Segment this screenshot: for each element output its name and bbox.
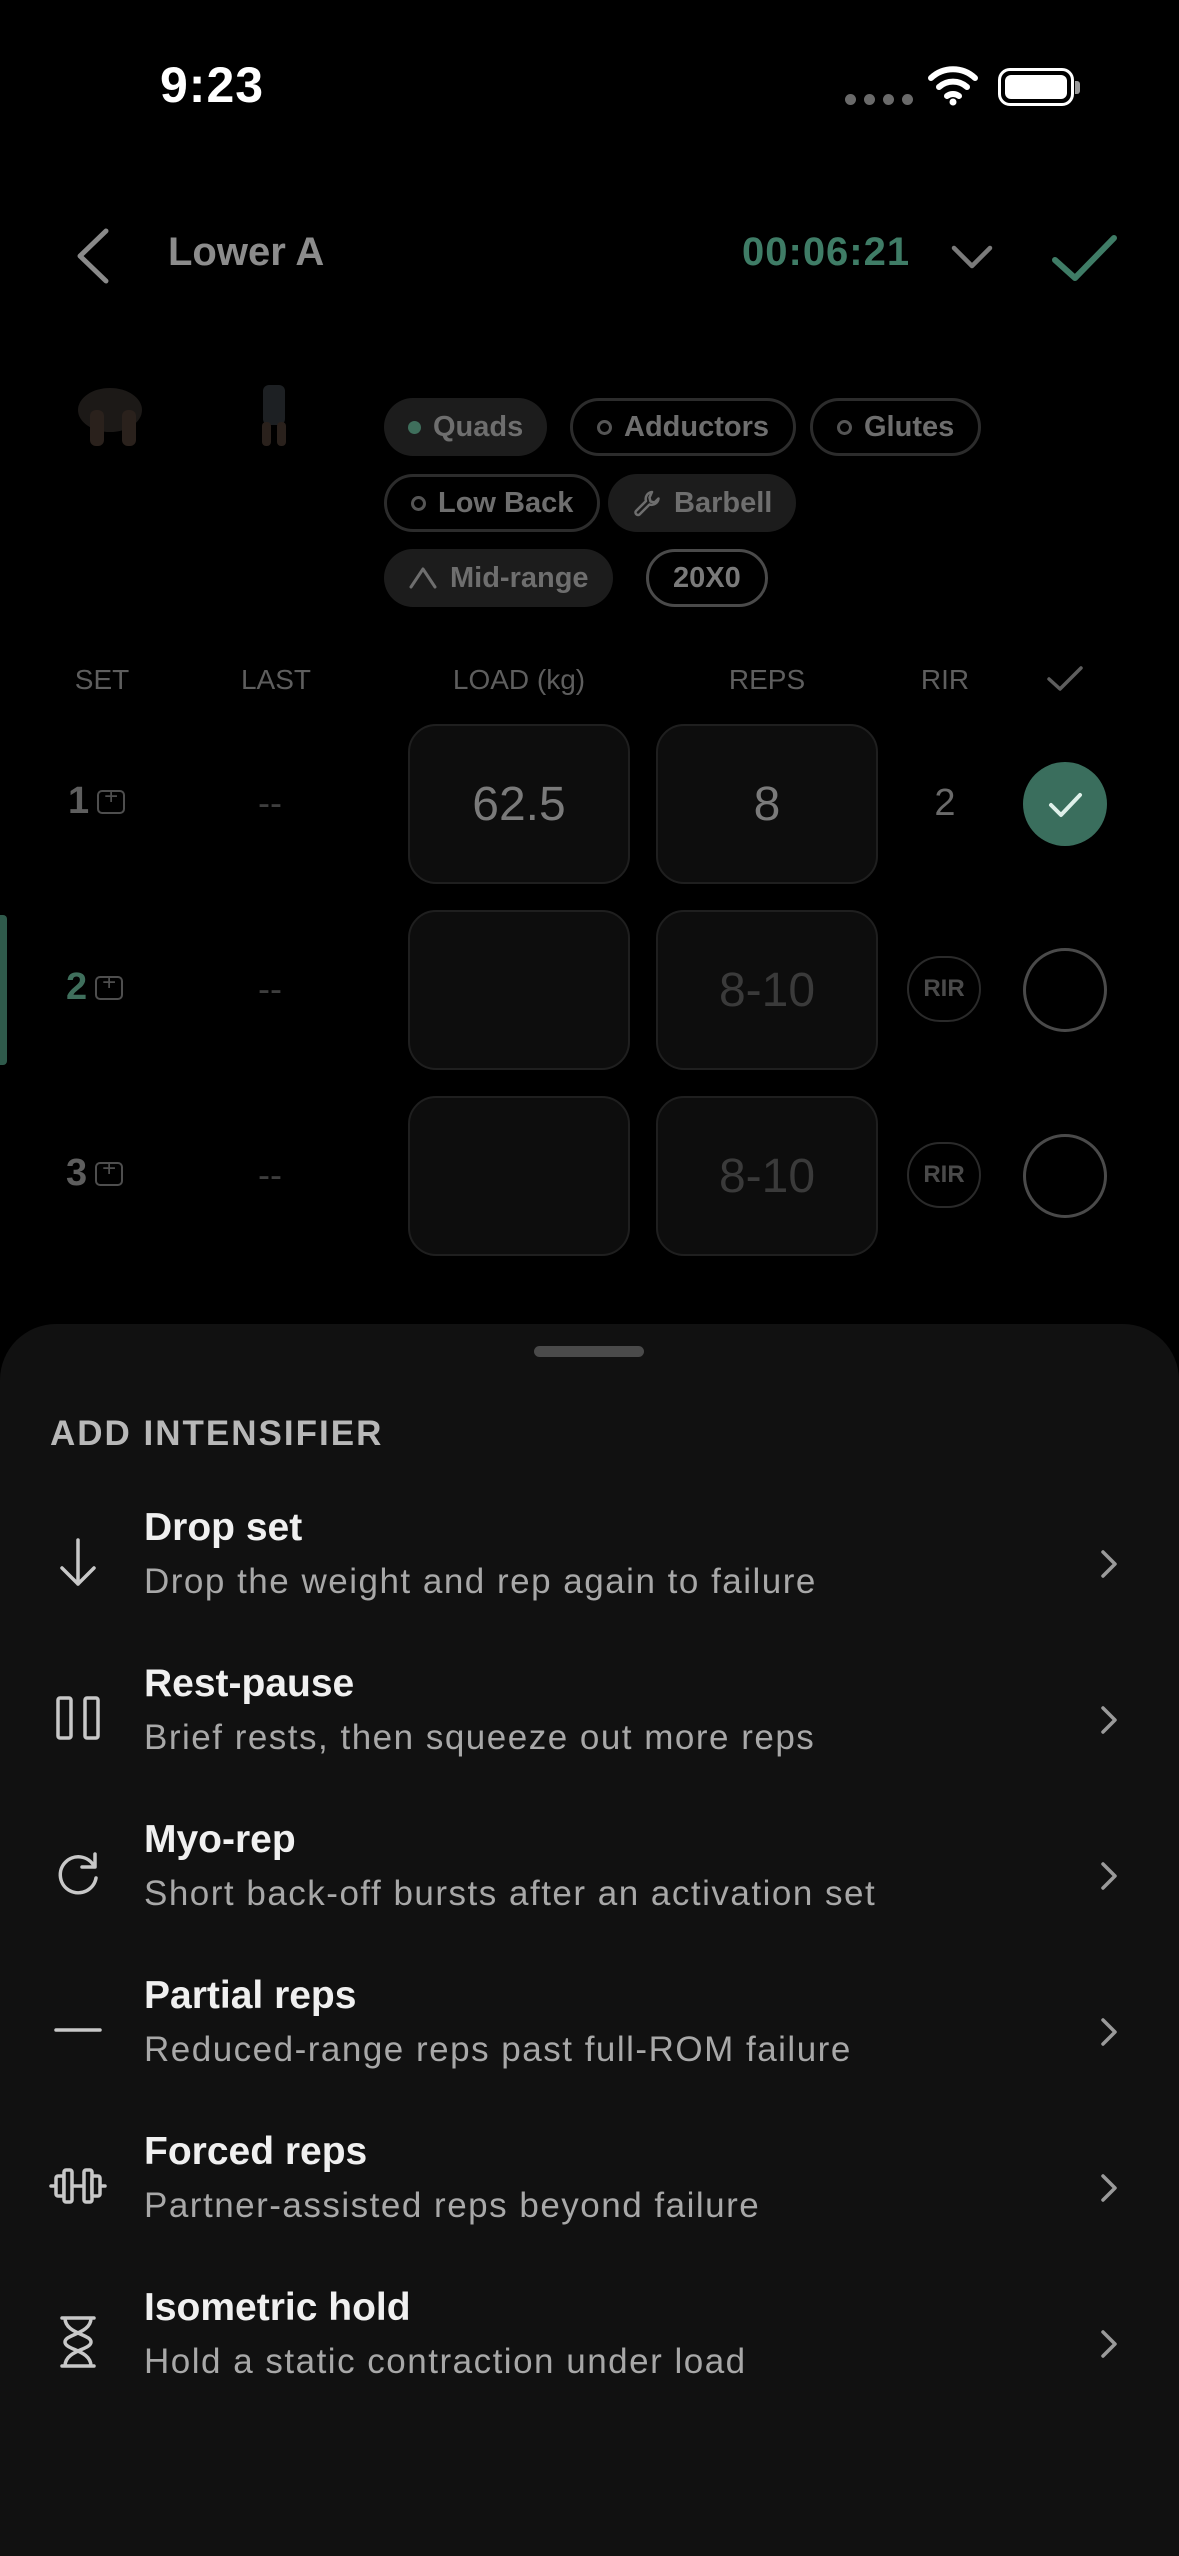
set-complete-toggle[interactable] <box>1023 948 1107 1032</box>
col-header-set: SET <box>74 664 130 695</box>
check-column-icon <box>1047 666 1083 691</box>
load-input[interactable]: 62.5 <box>408 724 630 884</box>
exercise-thumbnail <box>78 385 286 446</box>
status-time: 9:23 <box>160 57 265 113</box>
chevron-right-icon <box>1101 1862 1117 1890</box>
set-number[interactable]: 2 <box>66 966 124 1009</box>
option-description: Reduced-range reps past full-ROM failure <box>144 2030 852 2069</box>
add-intensifier-icon[interactable] <box>97 783 126 814</box>
intensifier-option-partial-reps[interactable]: Partial reps Reduced-range reps past ful… <box>0 1962 1179 2112</box>
set-number[interactable]: 3 <box>66 1152 124 1195</box>
tag-label: Glutes <box>864 410 955 443</box>
set-number-label: 3 <box>66 1152 88 1194</box>
tag-label: 20X0 <box>673 561 741 594</box>
secondary-dot-icon <box>837 419 852 435</box>
primary-dot-icon <box>408 420 421 434</box>
equipment-tag: Barbell <box>608 474 797 532</box>
col-header-reps: REPS <box>728 664 806 695</box>
secondary-dot-icon <box>411 495 426 511</box>
reps-input[interactable]: 8-10 <box>656 910 878 1070</box>
set-row: 1 -- 62.5 8 2 <box>0 722 1179 886</box>
sheet-drag-handle[interactable] <box>534 1346 644 1357</box>
set-complete-toggle[interactable] <box>1023 1134 1107 1218</box>
rir-input[interactable]: RIR <box>907 1142 981 1208</box>
arrow-down-icon <box>60 1538 96 1586</box>
set-number[interactable]: 1 <box>68 780 126 823</box>
tag-label: Quads <box>433 410 524 443</box>
set-number-label: 2 <box>66 966 88 1008</box>
chevron-right-icon <box>1101 2018 1117 2046</box>
workout-timer[interactable]: 00:06:21 <box>742 230 910 275</box>
set-number-label: 1 <box>68 780 90 822</box>
pause-icon <box>56 1696 100 1740</box>
cellular-signal-icon <box>845 94 913 105</box>
tempo-tag: 20X0 <box>646 549 768 607</box>
last-value: -- <box>258 782 282 823</box>
option-description: Hold a static contraction under load <box>144 2342 747 2381</box>
range-tag: Mid-range <box>384 549 613 607</box>
option-name: Partial reps <box>144 1974 357 2017</box>
muscle-tag: Adductors <box>570 398 796 456</box>
curve-icon <box>409 567 437 589</box>
tag-label: Adductors <box>624 410 769 443</box>
tag-label: Low Back <box>438 486 574 519</box>
checkmark-icon <box>1049 793 1082 817</box>
muscle-tag: Glutes <box>810 398 982 456</box>
workout-header <box>0 180 1179 380</box>
hourglass-icon <box>60 2316 96 2368</box>
battery-icon <box>998 68 1080 106</box>
back-button[interactable] <box>68 225 118 287</box>
sheet-title: ADD INTENSIFIER <box>50 1414 384 1453</box>
rir-value[interactable]: 2 <box>905 782 985 825</box>
col-header-load: LOAD (kg) <box>452 664 586 695</box>
intensifier-option-forced-reps[interactable]: Forced reps Partner-assisted reps beyond… <box>0 2118 1179 2268</box>
wrench-icon <box>634 490 660 517</box>
muscle-tag-primary: Quads <box>384 398 548 456</box>
set-row: 2 -- 8-10 RIR <box>0 908 1179 1072</box>
wifi-icon <box>928 66 978 106</box>
set-row: 3 -- 8-10 RIR <box>0 1094 1179 1258</box>
set-complete-toggle[interactable] <box>1023 762 1107 846</box>
muscle-tag: Low Back <box>384 474 601 532</box>
chevron-right-icon <box>1101 2330 1117 2358</box>
intensifier-option-drop-set[interactable]: Drop set Drop the weight and rep again t… <box>0 1494 1179 1644</box>
chevron-right-icon <box>1101 2174 1117 2202</box>
option-name: Rest-pause <box>144 1662 355 1705</box>
col-header-rir: RIR <box>920 664 970 695</box>
option-description: Brief rests, then squeeze out more reps <box>144 1718 816 1757</box>
load-input[interactable] <box>408 1096 630 1256</box>
load-input[interactable] <box>408 910 630 1070</box>
option-name: Isometric hold <box>144 2286 411 2329</box>
rir-input[interactable]: RIR <box>907 956 981 1022</box>
minus-icon <box>54 2028 102 2032</box>
option-name: Forced reps <box>144 2130 368 2173</box>
chevron-right-icon <box>1101 1550 1117 1578</box>
option-description: Partner-assisted reps beyond failure <box>144 2186 761 2225</box>
option-description: Short back-off bursts after an activatio… <box>144 1874 877 1913</box>
intensifier-option-isometric-hold[interactable]: Isometric hold Hold a static contraction… <box>0 2274 1179 2424</box>
tag-label: Mid-range <box>450 561 589 594</box>
intensifier-option-myo-rep[interactable]: Myo-rep Short back-off bursts after an a… <box>0 1806 1179 1956</box>
reps-input[interactable]: 8-10 <box>656 1096 878 1256</box>
refresh-icon <box>58 1852 98 1895</box>
tag-label: Barbell <box>674 486 773 519</box>
last-value: -- <box>258 1154 282 1195</box>
intensifier-option-rest-pause[interactable]: Rest-pause Brief rests, then squeeze out… <box>0 1650 1179 1800</box>
add-intensifier-icon[interactable] <box>95 969 124 1000</box>
col-header-last: LAST <box>240 664 312 695</box>
reps-input[interactable]: 8 <box>656 724 878 884</box>
finish-workout-button[interactable] <box>1050 228 1120 288</box>
option-description: Drop the weight and rep again to failure <box>144 1562 817 1601</box>
dumbbell-icon <box>49 2168 107 2204</box>
option-name: Drop set <box>144 1506 303 1549</box>
secondary-dot-icon <box>597 419 612 435</box>
expand-chevron-button[interactable] <box>950 240 994 274</box>
option-name: Myo-rep <box>144 1818 296 1861</box>
chevron-right-icon <box>1101 1706 1117 1734</box>
add-intensifier-icon[interactable] <box>95 1155 124 1186</box>
workout-title: Lower A <box>168 230 325 274</box>
last-value: -- <box>258 968 282 1009</box>
